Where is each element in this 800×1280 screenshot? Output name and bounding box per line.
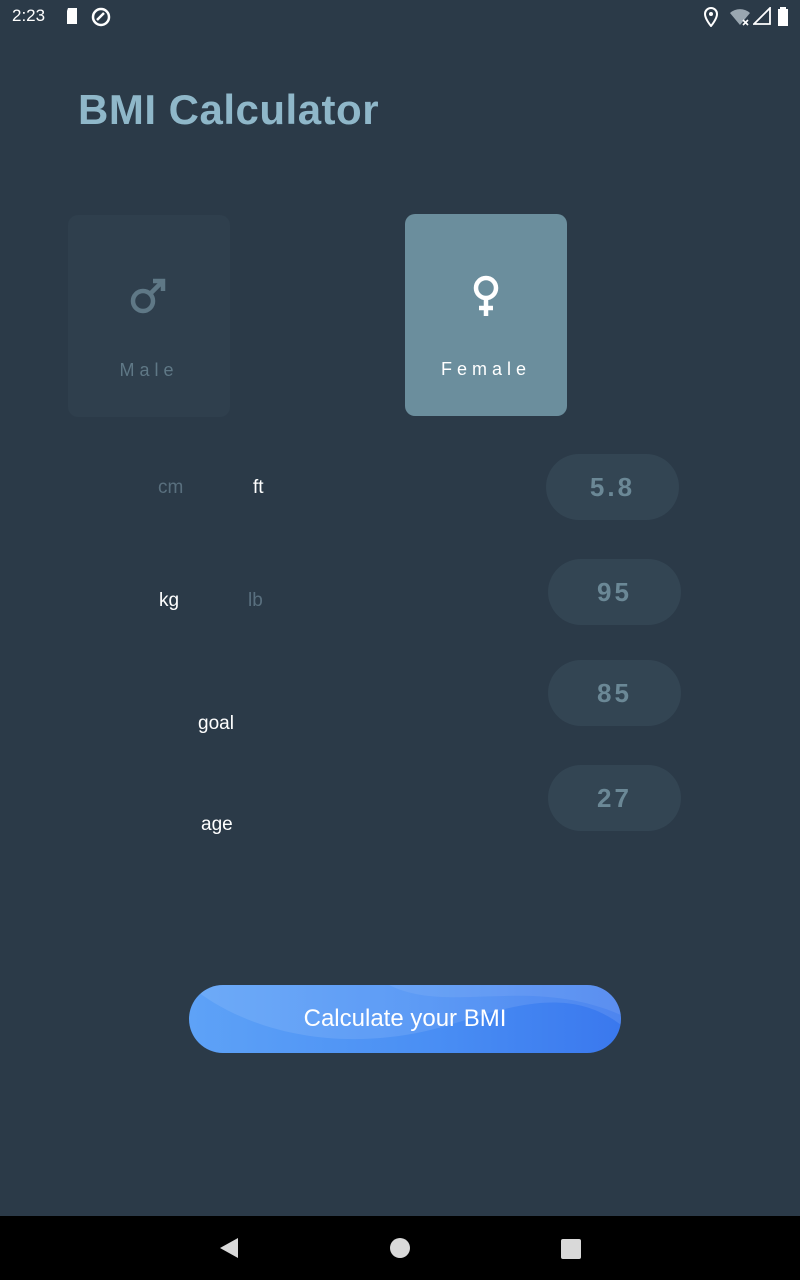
male-icon xyxy=(68,273,230,317)
weight-unit-lb[interactable]: lb xyxy=(248,590,263,612)
age-label: age xyxy=(201,814,233,835)
weight-input[interactable]: 95 xyxy=(548,559,681,625)
back-icon[interactable] xyxy=(218,1236,240,1265)
gender-male-label: Male xyxy=(119,360,179,380)
gender-male-card[interactable]: Male xyxy=(68,215,230,417)
recents-icon[interactable] xyxy=(560,1236,582,1265)
system-nav-bar xyxy=(0,1216,800,1280)
battery-icon xyxy=(777,7,789,32)
status-time: 2:23 xyxy=(12,6,46,25)
weight-unit-kg[interactable]: kg xyxy=(159,590,179,612)
gender-female-label: Female xyxy=(440,359,532,379)
gender-female-card[interactable]: Female xyxy=(405,214,567,416)
sd-card-icon xyxy=(64,7,80,30)
location-icon xyxy=(703,6,719,32)
female-icon xyxy=(405,272,567,320)
wifi-icon xyxy=(729,7,751,32)
page-title: BMI Calculator xyxy=(78,86,380,133)
calculate-bmi-button[interactable]: Calculate your BMI xyxy=(189,985,621,1053)
age-input[interactable]: 27 xyxy=(548,765,681,831)
status-bar: 2:23 xyxy=(0,0,800,32)
height-input[interactable]: 5.8 xyxy=(546,454,679,520)
calculate-bmi-label: Calculate your BMI xyxy=(303,1005,507,1032)
sync-icon xyxy=(91,7,111,32)
goal-input[interactable]: 85 xyxy=(548,660,681,726)
goal-label: goal xyxy=(198,713,234,734)
home-icon[interactable] xyxy=(388,1236,412,1265)
height-unit-ft[interactable]: ft xyxy=(253,477,264,499)
signal-icon xyxy=(751,5,771,30)
height-unit-cm[interactable]: cm xyxy=(158,477,183,499)
